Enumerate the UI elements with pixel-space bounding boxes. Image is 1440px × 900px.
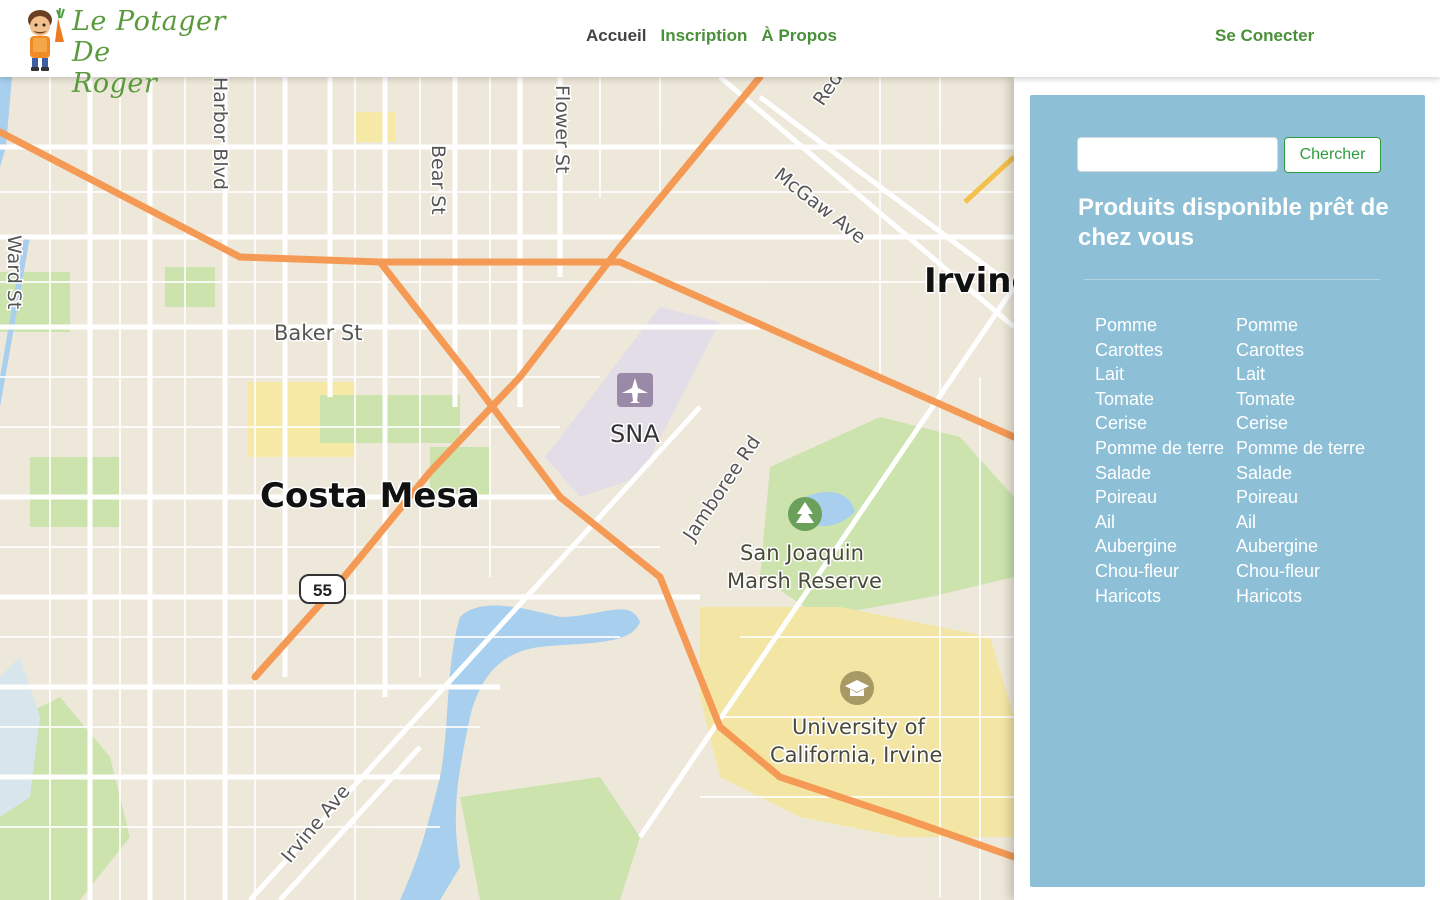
- login-link[interactable]: Se Conecter: [1215, 26, 1314, 46]
- product-item[interactable]: Carottes: [1095, 338, 1225, 363]
- product-item[interactable]: Cerise: [1236, 411, 1366, 436]
- nav-a-propos[interactable]: À Propos: [761, 26, 837, 46]
- product-item[interactable]: Tomate: [1095, 387, 1225, 412]
- logo-line-1: Le Potager De: [72, 6, 226, 68]
- product-item[interactable]: Carottes: [1236, 338, 1366, 363]
- product-item[interactable]: Tomate: [1236, 387, 1366, 412]
- search-button[interactable]: Chercher: [1284, 137, 1381, 173]
- nav-accueil[interactable]: Accueil: [586, 26, 646, 46]
- product-item[interactable]: Pomme: [1236, 313, 1366, 338]
- product-sidebar: Chercher Produits disponible prêt de che…: [1014, 77, 1440, 900]
- ward-st-label: Ward St: [3, 235, 25, 309]
- site-logo[interactable]: Le Potager De Roger: [20, 4, 240, 99]
- san-joaquin-label-2: Marsh Reserve: [727, 569, 882, 593]
- product-item[interactable]: Ail: [1095, 510, 1225, 535]
- flower-st-label: Flower St: [551, 85, 573, 173]
- product-item[interactable]: Aubergine: [1236, 534, 1366, 559]
- baker-st-label: Baker St: [274, 321, 362, 345]
- irvine-label: Irvine: [924, 261, 1014, 301]
- product-item[interactable]: Salade: [1236, 461, 1366, 486]
- product-item[interactable]: Pomme de terre: [1236, 436, 1366, 461]
- nav-inscription[interactable]: Inscription: [660, 26, 747, 46]
- map-canvas[interactable]: 55 Costa Mesa Irvine SNA Baker St Harbor…: [0, 77, 1014, 900]
- search-form: Chercher: [1077, 137, 1381, 173]
- search-input[interactable]: [1077, 137, 1278, 172]
- product-item[interactable]: Lait: [1236, 362, 1366, 387]
- product-item[interactable]: Salade: [1095, 461, 1225, 486]
- product-item[interactable]: Poireau: [1236, 485, 1366, 510]
- uci-label-1: University of: [792, 715, 925, 739]
- uci-label-2: California, Irvine: [770, 743, 942, 767]
- product-list: Pomme Carottes Lait Tomate Cerise Pomme de te…: [1095, 313, 1366, 608]
- product-item[interactable]: Haricots: [1095, 584, 1225, 609]
- product-item[interactable]: Ail: [1236, 510, 1366, 535]
- logo-line-2: Roger: [72, 68, 158, 99]
- product-item[interactable]: Lait: [1095, 362, 1225, 387]
- farmer-mascot-icon: [28, 7, 65, 71]
- product-item[interactable]: Poireau: [1095, 485, 1225, 510]
- product-item[interactable]: Cerise: [1095, 411, 1225, 436]
- product-panel: Chercher Produits disponible prêt de che…: [1030, 95, 1425, 887]
- san-joaquin-label-1: San Joaquin: [740, 541, 864, 565]
- highway-55-label: 55: [313, 581, 332, 600]
- costa-mesa-label: Costa Mesa: [260, 476, 480, 516]
- map-park-area: [320, 395, 460, 443]
- product-column-2: Pomme Carottes Lait Tomate Cerise Pomme de te…: [1236, 313, 1366, 608]
- product-column-1: Pomme Carottes Lait Tomate Cerise Pomme de te…: [1095, 313, 1225, 608]
- logo-text: Le Potager De Roger: [72, 6, 240, 99]
- product-item[interactable]: Aubergine: [1095, 534, 1225, 559]
- product-item[interactable]: Chou-fleur: [1095, 559, 1225, 584]
- panel-divider: [1084, 279, 1380, 280]
- map-park-area: [355, 112, 395, 142]
- panel-title: Produits disponible prêt de chez vous: [1078, 194, 1389, 251]
- map-park-area: [165, 267, 215, 307]
- product-item[interactable]: Pomme de terre: [1095, 436, 1225, 461]
- sna-label: SNA: [610, 420, 660, 448]
- site-header: Le Potager De Roger Accueil Inscription …: [0, 0, 1440, 99]
- main-nav: Accueil Inscription À Propos: [586, 26, 837, 46]
- map-park-area: [30, 457, 120, 527]
- product-item[interactable]: Pomme: [1095, 313, 1225, 338]
- product-item[interactable]: Haricots: [1236, 584, 1366, 609]
- map-view[interactable]: 55 Costa Mesa Irvine SNA Baker St Harbor…: [0, 77, 1014, 900]
- bear-st-label: Bear St: [427, 145, 449, 215]
- product-item[interactable]: Chou-fleur: [1236, 559, 1366, 584]
